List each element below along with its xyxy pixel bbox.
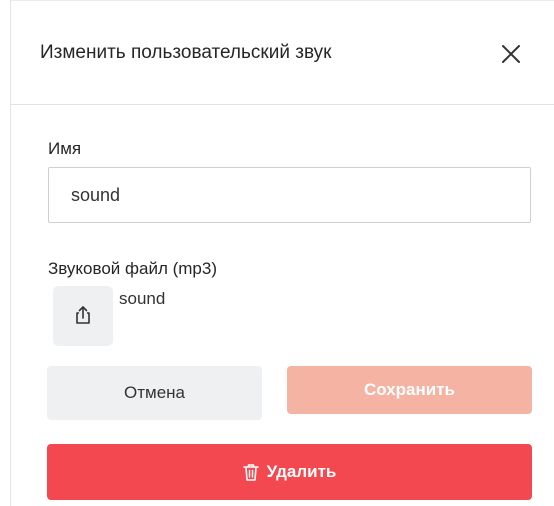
name-label: Имя	[48, 139, 82, 158]
edit-custom-sound-dialog: Изменить пользовательский звук Имя Звуко…	[10, 0, 554, 506]
dialog-title: Изменить пользовательский звук	[40, 42, 332, 63]
name-input[interactable]	[48, 167, 531, 223]
upload-file-button[interactable]	[53, 286, 113, 346]
delete-button-label: Удалить	[266, 462, 337, 481]
selected-file-name: sound	[119, 289, 166, 308]
delete-button[interactable]: Удалить	[47, 444, 532, 500]
upload-icon	[76, 306, 90, 324]
cancel-button[interactable]: Отмена	[47, 366, 262, 420]
dialog-header: Изменить пользовательский звук	[11, 1, 554, 105]
close-button[interactable]	[495, 38, 527, 70]
cancel-button-label: Отмена	[124, 383, 185, 402]
save-button[interactable]: Сохранить	[287, 366, 532, 414]
trash-icon	[242, 464, 259, 481]
sound-file-label: Звуковой файл (mp3)	[48, 259, 217, 278]
close-icon	[502, 45, 520, 63]
save-button-label: Сохранить	[363, 380, 456, 399]
